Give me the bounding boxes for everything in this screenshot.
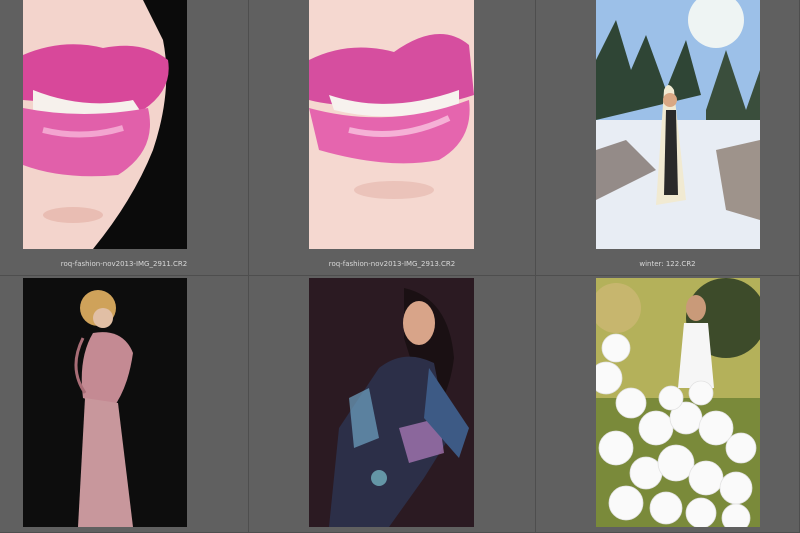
thumbnail-cell[interactable] <box>536 276 800 533</box>
thumbnail-cell[interactable] <box>0 276 249 533</box>
thumbnail-image[interactable] <box>23 0 187 249</box>
thumbnail-image[interactable] <box>596 0 760 249</box>
thumbnail-image[interactable] <box>309 278 474 527</box>
thumbnail-image[interactable] <box>309 0 474 249</box>
thumbnail-filename: roq-fashion-nov2013-IMG_2911.CR2 <box>60 260 188 268</box>
thumbnail-image[interactable] <box>596 278 760 527</box>
thumbnail-image[interactable] <box>23 278 187 527</box>
thumbnail-filename: roq-fashion-nov2013-IMG_2913.CR2 <box>328 260 456 268</box>
thumbnail-cell[interactable]: roq-fashion-nov2013-IMG_2911.CR2 <box>0 0 249 276</box>
thumbnail-grid: roq-fashion-nov2013-IMG_2911.CR2 roq-fas… <box>0 0 800 533</box>
thumbnail-cell[interactable]: winter: 122.CR2 <box>536 0 800 276</box>
thumbnail-cell[interactable] <box>249 276 536 533</box>
thumbnail-cell[interactable]: roq-fashion-nov2013-IMG_2913.CR2 <box>249 0 536 276</box>
thumbnail-filename: winter: 122.CR2 <box>639 260 696 268</box>
